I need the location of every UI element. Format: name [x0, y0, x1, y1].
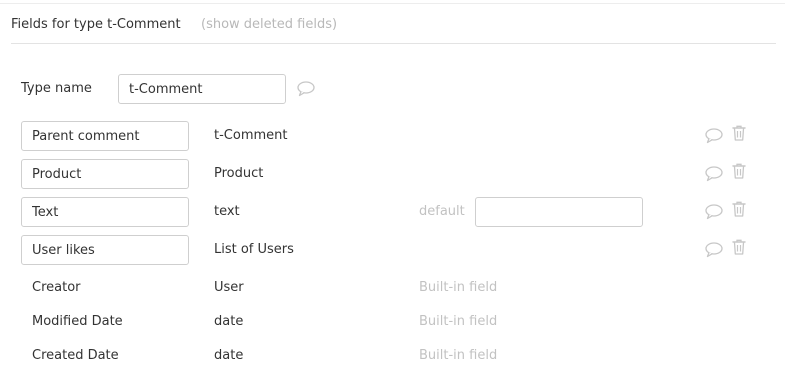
field-name-input[interactable] [21, 121, 189, 151]
field-type: List of Users [214, 242, 294, 257]
comment-icon[interactable] [704, 241, 724, 259]
show-deleted-fields-link[interactable]: (show deleted fields) [201, 17, 337, 32]
field-type: t-Comment [214, 128, 288, 143]
field-type: Product [214, 166, 264, 181]
builtin-field-name: Creator [32, 280, 81, 295]
default-label: default [419, 204, 465, 219]
page-title: Fields for type t-Comment [11, 17, 181, 32]
field-name-input[interactable] [21, 235, 189, 265]
comment-icon[interactable] [704, 203, 724, 221]
builtin-field-name: Modified Date [32, 314, 123, 329]
fields-header: Fields for type t-Comment (show deleted … [11, 15, 776, 44]
builtin-field-name: Created Date [32, 348, 119, 363]
trash-icon[interactable] [731, 238, 747, 256]
trash-icon[interactable] [731, 200, 747, 218]
trash-icon[interactable] [731, 162, 747, 180]
field-name-input[interactable] [21, 197, 189, 227]
type-name-label: Type name [21, 81, 92, 96]
top-divider [0, 3, 785, 4]
builtin-field-note: Built-in field [419, 314, 498, 329]
trash-icon[interactable] [731, 124, 747, 142]
type-name-input[interactable] [118, 74, 286, 104]
builtin-field-type: date [214, 348, 244, 363]
comment-icon[interactable] [704, 127, 724, 145]
comment-icon[interactable] [704, 165, 724, 183]
field-type: text [214, 204, 240, 219]
default-value-input[interactable] [475, 197, 643, 227]
builtin-field-note: Built-in field [419, 348, 498, 363]
comment-icon[interactable] [296, 80, 316, 98]
builtin-field-note: Built-in field [419, 280, 498, 295]
field-name-input[interactable] [21, 159, 189, 189]
builtin-field-type: User [214, 280, 244, 295]
builtin-field-type: date [214, 314, 244, 329]
